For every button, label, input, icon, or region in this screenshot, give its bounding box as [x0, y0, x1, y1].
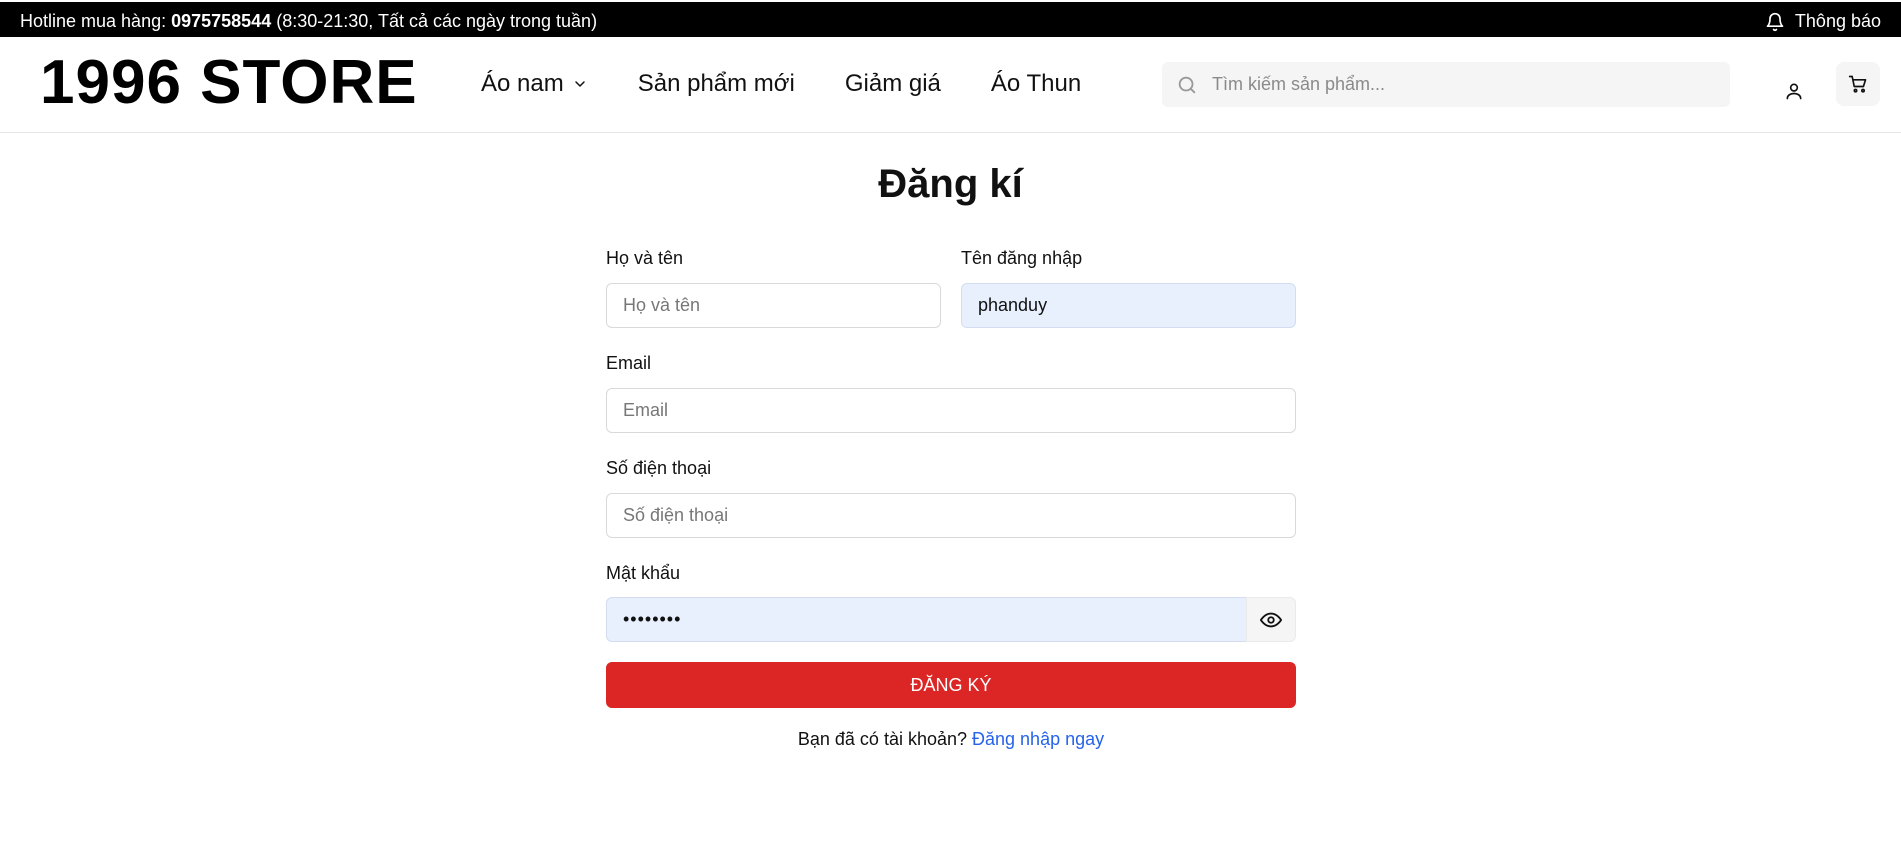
- password-label: Mật khẩu: [606, 563, 681, 583]
- login-prompt-text: Bạn đã có tài khoản?: [797, 729, 973, 749]
- email-label: Email: [606, 353, 652, 373]
- search-box: [1162, 62, 1730, 107]
- store-logo[interactable]: 1996 STORE: [40, 52, 418, 114]
- hotline-hours: (8:30-21:30, Tất cả các ngày trong tuần): [271, 11, 598, 31]
- site-header: 1996 STORE Áo nam Sản phẩm mới Giảm giá …: [0, 37, 1901, 133]
- nav-item-label: Sản phẩm mới: [637, 70, 795, 97]
- search-icon: [1178, 76, 1196, 94]
- nav-item-san-pham-moi[interactable]: Sản phẩm mới: [638, 70, 795, 98]
- username-label: Tên đăng nhập: [961, 248, 1083, 268]
- fullname-label: Họ và tên: [606, 248, 684, 268]
- cart-icon: [1848, 75, 1867, 93]
- search-input[interactable]: [1212, 74, 1712, 95]
- chevron-down-icon: [574, 81, 585, 87]
- notifications-button[interactable]: Thông báo: [1765, 11, 1881, 32]
- email-field[interactable]: [606, 388, 1296, 433]
- notifications-label: Thông báo: [1794, 11, 1881, 31]
- login-link[interactable]: Đăng nhập ngay: [972, 729, 1104, 749]
- top-announcement-bar: Hotline mua hàng: 0975758544 (8:30-21:30…: [0, 2, 1901, 37]
- page-title: Đăng kí: [878, 162, 1023, 206]
- phone-field[interactable]: [606, 493, 1296, 538]
- cart-button[interactable]: [1836, 62, 1880, 106]
- toggle-password-button[interactable]: [1246, 597, 1296, 642]
- nav-item-ao-nam[interactable]: Áo nam: [481, 70, 588, 98]
- hotline-number: 0975758544: [171, 11, 272, 31]
- account-button[interactable]: [1772, 69, 1816, 113]
- user-icon: [1786, 83, 1802, 100]
- eye-icon: [1260, 612, 1282, 627]
- nav-item-label: Áo nam: [481, 70, 564, 97]
- main-nav: Áo nam Sản phẩm mới Giảm giá Áo Thun: [481, 70, 1081, 98]
- nav-item-ao-thun[interactable]: Áo Thun: [991, 70, 1081, 98]
- nav-item-label: Giảm giá: [844, 70, 941, 97]
- nav-item-giam-gia[interactable]: Giảm giá: [845, 70, 941, 98]
- register-button[interactable]: ĐĂNG KÝ: [606, 662, 1296, 708]
- password-group: [606, 597, 1296, 642]
- fullname-field[interactable]: [606, 283, 941, 328]
- login-prompt-line: Bạn đã có tài khoản? Đăng nhập ngay: [606, 729, 1296, 750]
- bell-icon: [1766, 12, 1784, 31]
- nav-item-label: Áo Thun: [990, 70, 1082, 97]
- hotline-text: Hotline mua hàng: 0975758544 (8:30-21:30…: [20, 11, 597, 32]
- password-field[interactable]: [606, 597, 1246, 642]
- username-field[interactable]: [961, 283, 1296, 328]
- hotline-prefix: Hotline mua hàng:: [20, 11, 172, 31]
- phone-label: Số điện thoại: [606, 458, 712, 478]
